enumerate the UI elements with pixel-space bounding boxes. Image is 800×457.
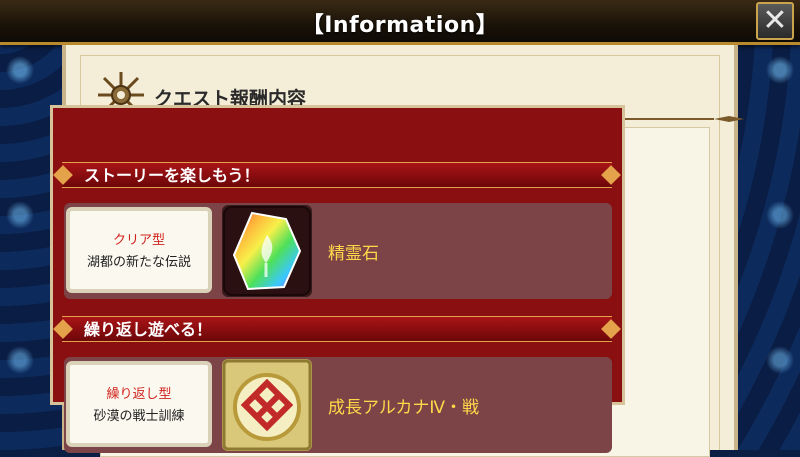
close-button[interactable]: ✕	[756, 2, 794, 40]
quest-card: 繰り返し型 砂漠の戦士訓練	[66, 361, 212, 447]
title-bar: 【Information】 ✕	[0, 0, 800, 45]
quest-name: 湖都の新たな伝説	[86, 255, 191, 270]
window-title: 【Information】	[301, 13, 499, 38]
quest-card: クリア型 湖都の新たな伝説	[66, 207, 212, 293]
close-icon: ✕	[762, 3, 788, 38]
reward-row[interactable]: 繰り返し型 砂漠の戦士訓練 成長アルカナⅣ・戦	[64, 357, 612, 453]
reward-row[interactable]: クリア型 湖都の新たな伝説 精霊石	[64, 203, 612, 299]
banner-label: 繰り返し遊べる！	[84, 320, 213, 339]
rainbow-crystal-icon	[222, 205, 312, 297]
banner-label: ストーリーを楽しもう！	[84, 166, 260, 185]
reward-name: 精霊石	[328, 244, 379, 264]
quest-name: 砂漠の戦士訓練	[93, 409, 185, 424]
arcana-emblem-icon	[222, 359, 312, 451]
story-banner: ストーリーを楽しもう！	[62, 162, 612, 188]
reward-name: 成長アルカナⅣ・戦	[328, 398, 480, 418]
quest-type: クリア型	[112, 233, 165, 248]
quest-type: 繰り返し型	[106, 387, 172, 402]
repeat-banner: 繰り返し遊べる！	[62, 316, 612, 342]
